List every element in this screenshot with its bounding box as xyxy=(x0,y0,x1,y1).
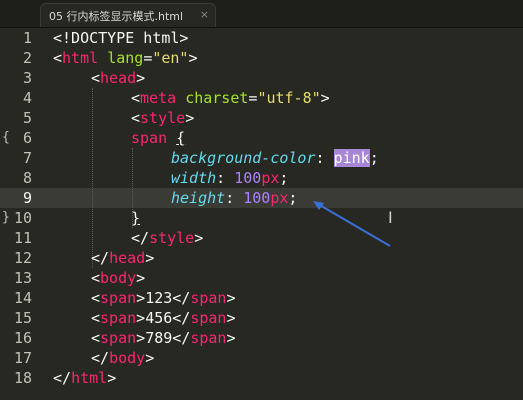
arrow-annotation-icon xyxy=(313,201,391,247)
editor-window: 05 行内标签显示模式.html × 1 2 3 4 5 6 7 8 9 10 … xyxy=(0,0,523,400)
i-beam-cursor-icon: I xyxy=(388,208,393,227)
